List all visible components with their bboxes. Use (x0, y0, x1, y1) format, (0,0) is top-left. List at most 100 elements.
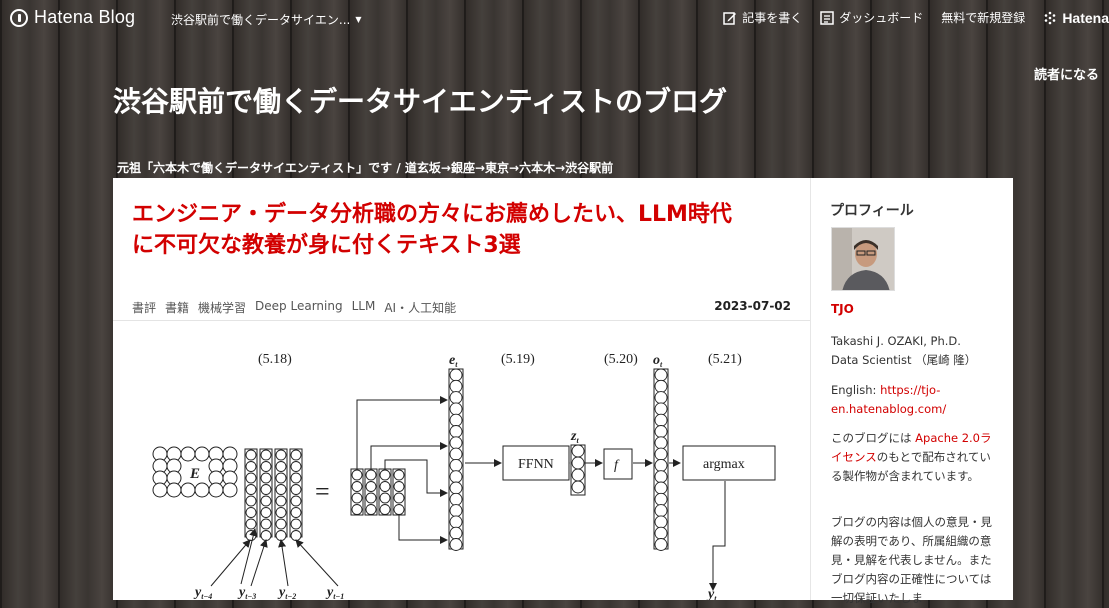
neuron-unit (449, 447, 463, 461)
y-label-t-4: yt−4 (193, 585, 212, 600)
profile-name-link[interactable]: TJO (831, 302, 854, 316)
neuron-unit (365, 504, 377, 515)
entry-date[interactable]: 2023-07-02 (714, 299, 791, 313)
neuron-unit (571, 468, 585, 482)
neuron-unit (245, 461, 257, 472)
neuron-unit (365, 481, 377, 492)
neuron-unit (290, 472, 302, 484)
category-link[interactable]: 機械学習 (198, 299, 246, 316)
neuron-unit (260, 484, 272, 495)
write-post-link[interactable]: 記事を書く (723, 9, 802, 26)
z-label: zt (570, 429, 579, 445)
category-link[interactable]: AI・人工知能 (384, 299, 456, 316)
neuron-unit (449, 481, 463, 495)
disclaimer-text: ブログの内容は個人の意見・見解の表明であり、所属組織の意見・見解を代表しません。… (831, 515, 992, 605)
neuron-unit (654, 413, 668, 427)
blog-description: 元祖「六本木で働くデータサイエンティスト」です / 道玄坂→銀座→東京→六本木→… (117, 161, 614, 175)
neuron-unit (654, 425, 668, 438)
neuron-unit (260, 507, 272, 518)
neuron-unit (290, 461, 302, 472)
neuron-unit (449, 379, 463, 393)
neuron-unit (351, 492, 363, 504)
eq-label-5-19: (5.19) (501, 352, 535, 367)
avatar[interactable] (831, 227, 895, 291)
edit-icon (723, 11, 737, 25)
profile-heading: プロフィール (830, 203, 914, 219)
neuron-unit (393, 481, 405, 492)
neuron-unit (260, 530, 272, 541)
entry-title[interactable]: エンジニア・データ分析職の方々にお薦めしたい、LLM時代に不可欠な教養が身に付く… (132, 199, 732, 261)
hatena-dots-icon (1045, 11, 1056, 24)
neuron-unit (275, 530, 287, 541)
neuron-unit (449, 538, 463, 551)
neuron-unit (275, 507, 287, 518)
neuron-unit (654, 391, 668, 405)
blog-switcher-label: 渋谷駅前で働くデータサイエン... (171, 13, 351, 27)
neuron-unit (449, 504, 463, 518)
license-note: このブログには Apache 2.0ライセンスのもとで配布されている製作物が含ま… (831, 429, 1001, 486)
neuron-unit (245, 449, 257, 461)
svg-text:FFNN: FFNN (518, 457, 554, 472)
neuron-unit (260, 449, 272, 461)
dashboard-link[interactable]: ダッシュボード (820, 9, 923, 26)
eq-label-5-20: (5.20) (604, 352, 638, 367)
neuron-unit (351, 504, 363, 515)
o-label: ot (653, 353, 663, 369)
sidebar: プロフィール TJO Takashi J. OZAKI, Ph.D. Data … (810, 178, 1013, 605)
neuron-unit (571, 456, 585, 470)
y-label-t-2: yt−2 (277, 585, 296, 600)
neuron-unit (379, 481, 391, 492)
neuron-unit (379, 492, 391, 504)
english-blog: English: https://tjo-en.hatenablog.com/ (831, 381, 1001, 419)
neuron-unit (571, 444, 585, 458)
eq-label-5-18: (5.18) (258, 352, 292, 367)
neuron-unit (351, 481, 363, 492)
neuron-unit (449, 470, 463, 484)
neuron-unit (571, 480, 585, 494)
neuron-unit (449, 458, 463, 472)
hatena-blog-logo[interactable]: Hatena Blog (10, 7, 135, 28)
input-arrows (210, 539, 339, 587)
main-article: エンジニア・データ分析職の方々にお薦めしたい、LLM時代に不可欠な教養が身に付く… (113, 178, 810, 600)
neuron-unit (379, 504, 391, 515)
blog-title[interactable]: 渋谷駅前で働くデータサイエンティストのブログ (113, 80, 727, 120)
ffnn-box: FFNN (502, 445, 570, 481)
global-header: Hatena Blog 渋谷駅前で働くデータサイエン... ▼ 記事を書く ダッ… (0, 0, 1109, 36)
content-area: エンジニア・データ分析職の方々にお薦めしたい、LLM時代に不可欠な教養が身に付く… (113, 178, 1013, 605)
eq-label-5-21: (5.21) (708, 352, 742, 367)
neuron-unit (290, 518, 302, 530)
neuron-unit (654, 538, 668, 551)
subscribe-button[interactable]: 読者になる (1034, 64, 1099, 83)
neuron-unit (449, 492, 463, 506)
neuron-unit (654, 470, 668, 484)
signup-link[interactable]: 無料で新規登録 (941, 9, 1025, 26)
neuron-unit (245, 507, 257, 518)
dashboard-icon (820, 10, 835, 25)
neuron-unit (654, 515, 668, 529)
neuron-unit (275, 495, 287, 507)
category-link[interactable]: 書評 (132, 299, 156, 316)
neuron-unit (245, 518, 257, 530)
signup-label: 無料で新規登録 (941, 11, 1026, 25)
blog-switcher[interactable]: 渋谷駅前で働くデータサイエン... ▼ (171, 11, 361, 28)
header-actions: 記事を書く ダッシュボード 無料で新規登録 Hatena (723, 9, 1109, 26)
neuron-unit (449, 413, 463, 427)
hatena-menu[interactable]: Hatena (1043, 10, 1109, 26)
hatena-logo-icon (10, 8, 28, 27)
neuron-unit (260, 518, 272, 530)
neuron-unit (275, 472, 287, 484)
neuron-unit (275, 461, 287, 472)
neuron-unit (393, 504, 405, 515)
neuron-unit (290, 484, 302, 495)
neuron-unit (379, 469, 391, 481)
category-link[interactable]: 書籍 (165, 299, 189, 316)
category-link[interactable]: Deep Learning (255, 299, 343, 316)
category-link[interactable]: LLM (352, 299, 376, 316)
neuron-unit (275, 449, 287, 461)
profile-bio: Takashi J. OZAKI, Ph.D. Data Scientist （… (831, 332, 1001, 370)
neuron-unit (654, 436, 668, 450)
neuron-unit (351, 469, 363, 481)
neuron-unit (654, 402, 668, 416)
y-label-t-1: yt−1 (325, 585, 344, 600)
dashboard-label: ダッシュボード (839, 11, 924, 25)
